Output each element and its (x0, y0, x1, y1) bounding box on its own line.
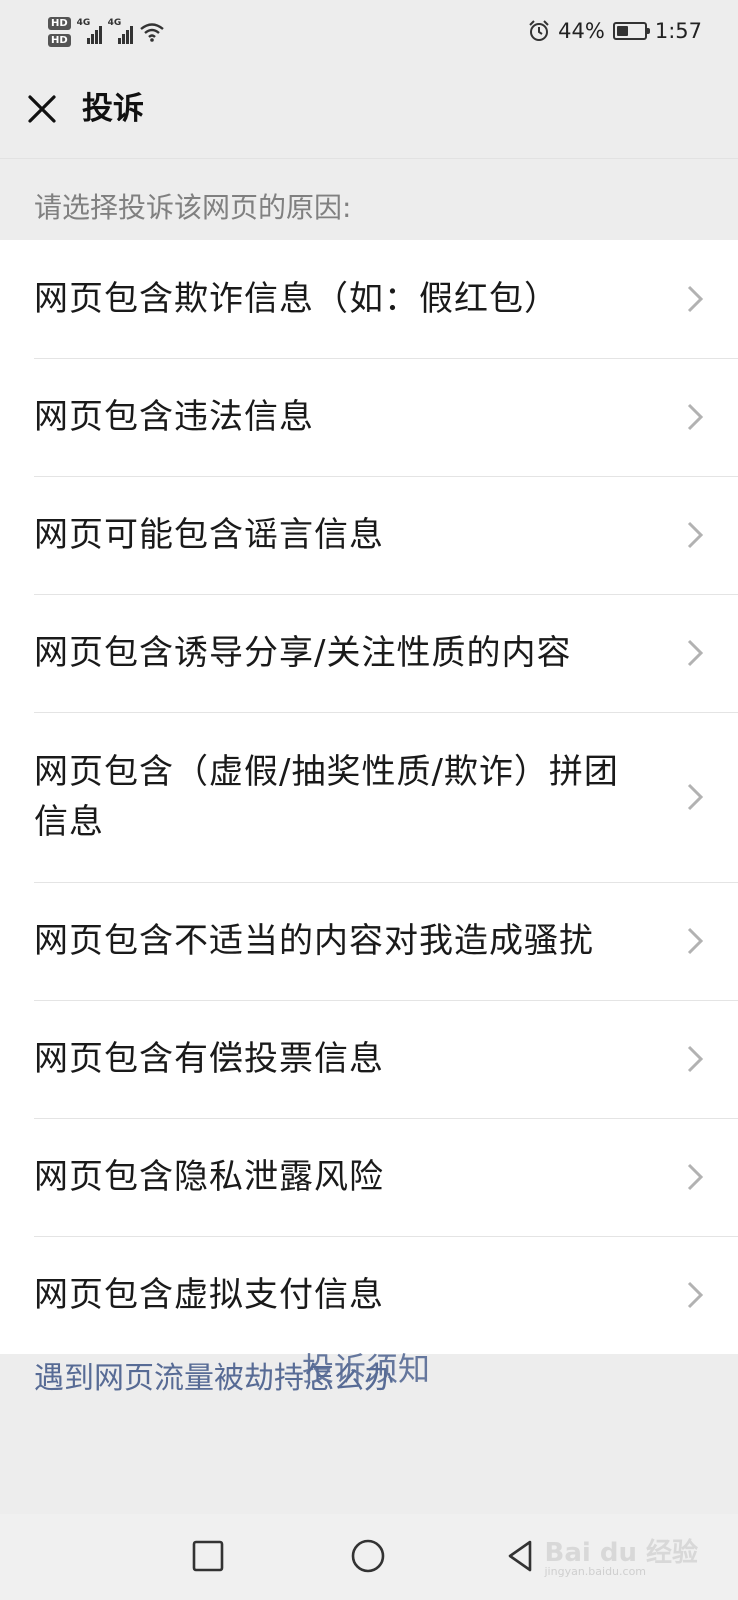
chevron-right-icon (687, 521, 704, 549)
reason-item-virtual-payment[interactable]: 网页包含虚拟支付信息 (0, 1236, 738, 1354)
reason-item-rumor[interactable]: 网页可能包含谣言信息 (0, 476, 738, 594)
reason-label: 网页包含有偿投票信息 (34, 1039, 384, 1079)
watermark-text: Bai du 经验 (544, 1538, 699, 1568)
clock: 1:57 (654, 19, 702, 43)
reason-item-illegal[interactable]: 网页包含违法信息 (0, 358, 738, 476)
sim2-network-type: 4G (107, 18, 122, 28)
chevron-right-icon (687, 1163, 704, 1191)
reason-label: 网页包含欺诈信息（如：假红包） (34, 279, 559, 319)
chevron-right-icon (687, 285, 704, 313)
reason-list: 网页包含欺诈信息（如：假红包） 网页包含违法信息 网页可能包含谣言信息 网页包含… (0, 240, 738, 1354)
hd2-badge: HD (48, 34, 71, 47)
chevron-right-icon (687, 1281, 704, 1309)
reason-item-fraud[interactable]: 网页包含欺诈信息（如：假红包） (0, 240, 738, 358)
battery-percent: 44% (558, 19, 605, 43)
section-label: 请选择投诉该网页的原因: (34, 191, 352, 224)
reason-item-privacy[interactable]: 网页包含隐私泄露风险 (0, 1118, 738, 1236)
alarm-icon (529, 20, 549, 41)
circle-icon[interactable] (346, 1534, 390, 1578)
chevron-right-icon (687, 639, 704, 667)
chevron-right-icon (687, 403, 704, 431)
reason-label: 网页包含诱导分享/关注性质的内容 (34, 633, 572, 673)
chevron-right-icon (687, 927, 704, 955)
signal-sim2-icon: 4G (107, 18, 133, 44)
baidu-watermark-logo: Bai du 经验 jingyan.baidu.com (545, 1532, 699, 1578)
hd-indicators: HD HD (48, 17, 71, 47)
wifi-icon (139, 23, 164, 42)
complaint-notice-link[interactable]: 投诉须知 (302, 1346, 430, 1392)
hd1-badge: HD (48, 17, 71, 30)
triangle-back-icon[interactable] (500, 1534, 544, 1578)
reason-label: 网页包含违法信息 (34, 397, 314, 437)
chevron-right-icon (687, 1045, 704, 1073)
reason-item-paid-vote[interactable]: 网页包含有偿投票信息 (0, 1000, 738, 1118)
nav-bar: 投诉 (0, 64, 738, 159)
reason-label: 网页包含（虚假/抽奖性质/欺诈）拼团信息 (34, 752, 619, 842)
status-left: HD HD 4G 4G (48, 10, 165, 54)
status-bar: HD HD 4G 4G 44% 1:57 (0, 0, 738, 64)
reason-label: 网页包含虚拟支付信息 (34, 1275, 384, 1315)
reason-label: 网页可能包含谣言信息 (34, 515, 384, 555)
reason-item-group-buy[interactable]: 网页包含（虚假/抽奖性质/欺诈）拼团信息 (0, 712, 738, 882)
reason-label: 网页包含不适当的内容对我造成骚扰 (34, 921, 594, 961)
signal-sim1-icon: 4G (76, 18, 102, 44)
battery-icon (612, 22, 650, 40)
chevron-right-icon (687, 783, 704, 811)
square-icon[interactable] (186, 1534, 230, 1578)
close-icon[interactable] (22, 89, 62, 129)
page-title: 投诉 (82, 91, 144, 127)
status-right: 44% 1:57 (528, 14, 702, 48)
reason-item-induced-share[interactable]: 网页包含诱导分享/关注性质的内容 (0, 594, 738, 712)
sim1-network-type: 4G (76, 18, 91, 28)
reason-label: 网页包含隐私泄露风险 (34, 1157, 384, 1197)
reason-item-harassment[interactable]: 网页包含不适当的内容对我造成骚扰 (0, 882, 738, 1000)
